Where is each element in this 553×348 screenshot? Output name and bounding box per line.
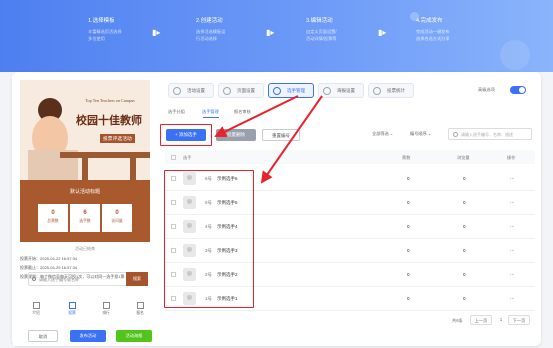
arrow-to-add-button bbox=[214, 95, 299, 138]
annotation-arrows bbox=[214, 95, 323, 184]
